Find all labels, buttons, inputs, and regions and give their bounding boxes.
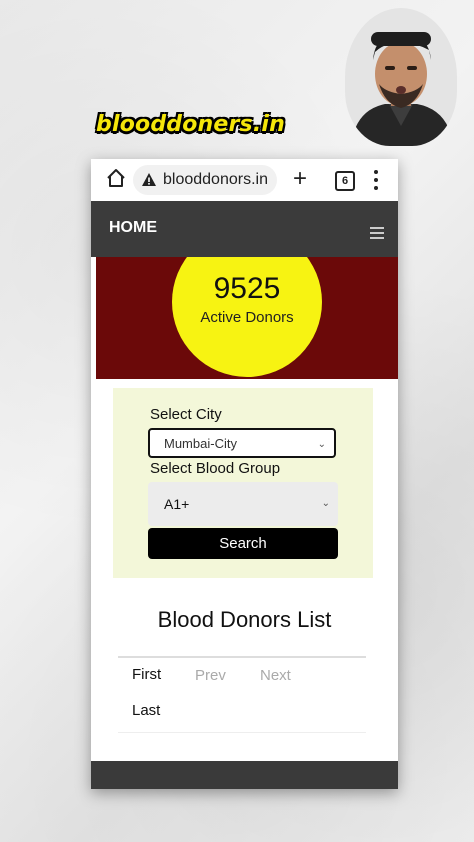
nav-home-link[interactable]: HOME: [109, 219, 157, 237]
chevron-down-icon: ⌄: [321, 498, 330, 509]
chevron-down-icon: ⌄: [317, 439, 326, 450]
site-navbar: HOME: [91, 201, 398, 257]
tab-switcher-button[interactable]: 6: [335, 171, 355, 191]
city-select-value: Mumbai-City: [164, 436, 237, 451]
more-menu-icon[interactable]: [373, 168, 379, 192]
phone-screen: blooddonors.in + 6 HOME 9525 Active Dono…: [91, 159, 398, 789]
search-form: Select City Mumbai-City ⌄ Select Blood G…: [113, 388, 373, 578]
hero-banner: 9525 Active Donors: [96, 257, 398, 379]
donor-count-circle: 9525 Active Donors: [172, 257, 322, 377]
home-icon[interactable]: [105, 167, 127, 189]
active-donor-count: 9525: [213, 272, 281, 305]
address-bar[interactable]: blooddonors.in: [133, 165, 277, 195]
list-bottom-divider: [118, 732, 366, 733]
donors-list-title: Blood Donors List: [157, 607, 332, 632]
pager-first-link[interactable]: First: [132, 666, 161, 683]
site-footer: [91, 761, 398, 789]
city-select[interactable]: Mumbai-City ⌄: [148, 428, 336, 458]
hamburger-menu-icon[interactable]: [370, 227, 384, 242]
blood-group-select-value: A1+: [164, 496, 190, 512]
presenter-avatar: [345, 8, 457, 146]
list-divider: [118, 656, 366, 658]
new-tab-icon[interactable]: +: [293, 164, 307, 194]
active-donor-label: Active Donors: [200, 309, 294, 326]
blood-group-label: Select Blood Group: [150, 460, 281, 477]
browser-toolbar: blooddonors.in + 6: [91, 159, 398, 201]
url-text[interactable]: blooddonors.in: [163, 171, 268, 189]
pager-last-link[interactable]: Last: [132, 702, 160, 719]
video-caption: blooddoners.in: [96, 112, 286, 137]
search-button[interactable]: Search: [148, 528, 338, 559]
blood-group-select[interactable]: A1+ ⌄: [148, 482, 338, 526]
city-label: Select City: [150, 406, 222, 423]
pager-next-link[interactable]: Next: [260, 667, 291, 684]
pager-prev-link[interactable]: Prev: [195, 667, 226, 684]
warning-icon[interactable]: [141, 172, 157, 188]
